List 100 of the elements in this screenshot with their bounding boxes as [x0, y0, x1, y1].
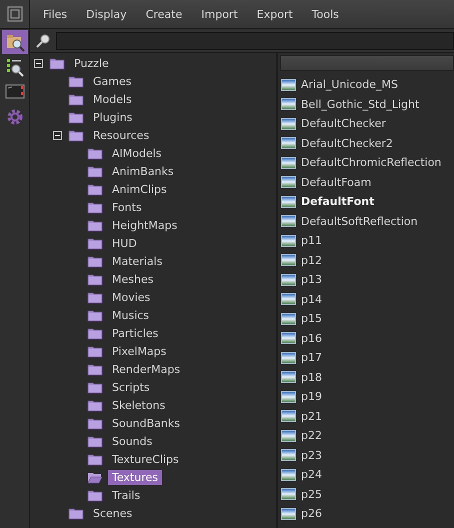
tree-item[interactable]: RenderMaps	[108, 362, 184, 376]
file-item[interactable]: DefaultFont	[301, 195, 374, 208]
file-item[interactable]: DefaultChecker	[301, 117, 386, 130]
tree-item[interactable]: HUD	[108, 236, 141, 250]
open-folder-icon	[87, 470, 103, 484]
folder-icon	[49, 56, 65, 70]
image-icon	[281, 352, 296, 364]
tree-item[interactable]: Trails	[108, 488, 144, 502]
image-icon	[281, 98, 296, 110]
file-item[interactable]: p13	[301, 273, 322, 286]
folder-icon	[87, 218, 103, 232]
file-item[interactable]: DefaultChecker2	[301, 136, 393, 150]
tree-item[interactable]: Movies	[108, 290, 154, 304]
file-item[interactable]: p21	[301, 410, 322, 423]
search-field[interactable]	[56, 32, 454, 50]
file-item[interactable]: p26	[301, 507, 322, 520]
menu-item[interactable]: Import	[194, 8, 245, 20]
image-icon	[281, 215, 296, 228]
list-search-icon	[4, 57, 24, 77]
file-item[interactable]: DefaultSoftReflection	[301, 214, 418, 228]
tree-item[interactable]: Meshes	[108, 272, 158, 286]
collapse-icon[interactable]	[34, 58, 43, 68]
image-icon	[281, 410, 296, 422]
folder-icon	[87, 362, 103, 376]
tree-item[interactable]: PixelMaps	[108, 344, 170, 358]
image-icon	[281, 312, 296, 325]
folder-icon	[87, 380, 103, 394]
folder-icon	[87, 452, 103, 466]
tree-item[interactable]: AIModels	[108, 146, 166, 160]
file-item[interactable]: p24	[301, 468, 322, 482]
folder-icon	[87, 326, 103, 340]
image-icon	[281, 156, 296, 169]
tree-item[interactable]: AnimBanks	[108, 164, 178, 178]
file-item[interactable]: p14	[301, 292, 322, 306]
folder-icon	[68, 128, 84, 142]
file-item[interactable]: p11	[301, 234, 322, 248]
folder-icon	[87, 398, 103, 412]
menu-item[interactable]: Display	[79, 8, 134, 20]
tree-item[interactable]: Scenes	[89, 506, 136, 520]
image-icon	[281, 430, 296, 442]
image-icon	[281, 332, 296, 344]
file-item[interactable]: p16	[301, 332, 322, 345]
file-item[interactable]: DefaultChromicReflection	[301, 156, 442, 170]
folder-icon	[87, 434, 103, 448]
tree-item[interactable]: Particles	[108, 326, 162, 340]
image-icon	[281, 254, 296, 266]
folder-icon	[87, 344, 103, 358]
tree-item[interactable]: SoundBanks	[108, 416, 184, 430]
tree-item[interactable]: Models	[89, 92, 136, 106]
tree-item[interactable]: Plugins	[89, 110, 136, 124]
folder-icon	[87, 164, 103, 178]
folder-search-icon	[4, 32, 24, 52]
folder-icon	[87, 290, 103, 304]
tree-item[interactable]: Textures	[108, 470, 162, 484]
menu-item[interactable]: Export	[250, 8, 300, 20]
image-icon	[281, 176, 296, 188]
image-icon	[281, 196, 296, 208]
file-item[interactable]: p12	[301, 254, 322, 267]
image-icon	[281, 78, 296, 91]
file-item[interactable]: Bell_Gothic_Std_Light	[301, 98, 420, 111]
folder-icon	[68, 110, 84, 124]
tree-item[interactable]: HeightMaps	[108, 218, 182, 232]
search-icon	[36, 34, 50, 48]
file-item[interactable]: p19	[301, 390, 322, 404]
tree-item[interactable]: Resources	[89, 128, 154, 142]
folder-icon	[68, 74, 84, 88]
tree-item[interactable]: Scripts	[108, 380, 154, 394]
image-icon	[281, 293, 296, 306]
folder-icon	[68, 92, 84, 106]
folder-icon	[87, 272, 103, 286]
tree-item[interactable]: Sounds	[108, 434, 156, 448]
tree-item[interactable]: Materials	[108, 254, 166, 268]
tree-item[interactable]: Puzzle	[70, 56, 113, 70]
settings-icon	[4, 107, 24, 127]
file-item[interactable]: p15	[301, 312, 322, 326]
file-item[interactable]: DefaultFoam	[301, 176, 372, 189]
folder-icon	[87, 308, 103, 322]
folder-icon	[87, 416, 103, 430]
folder-icon	[87, 488, 103, 502]
file-item[interactable]: p22	[301, 429, 322, 442]
collapse-icon[interactable]	[53, 130, 62, 140]
menu-item[interactable]: Tools	[304, 8, 346, 20]
image-icon	[281, 390, 296, 403]
image-icon	[281, 118, 296, 130]
tree-item[interactable]: Games	[89, 74, 136, 88]
toolbar-button[interactable]	[2, 30, 28, 54]
file-item[interactable]: p18	[301, 370, 322, 384]
file-item[interactable]: p25	[301, 488, 322, 501]
tree-item[interactable]: Skeletons	[108, 398, 170, 412]
menu-item[interactable]: Files	[36, 8, 74, 20]
tree-item[interactable]: Fonts	[108, 200, 146, 214]
tree-item[interactable]: AnimClips	[108, 182, 171, 196]
file-item[interactable]: p23	[301, 448, 322, 462]
folder-icon	[87, 236, 103, 250]
menu-item[interactable]: Create	[138, 8, 190, 20]
tree-item[interactable]: Musics	[108, 308, 154, 322]
window-icon[interactable]	[6, 6, 22, 22]
file-item[interactable]: p17	[301, 351, 322, 364]
file-item[interactable]: Arial_Unicode_MS	[301, 78, 398, 92]
tree-item[interactable]: TextureClips	[108, 452, 183, 466]
